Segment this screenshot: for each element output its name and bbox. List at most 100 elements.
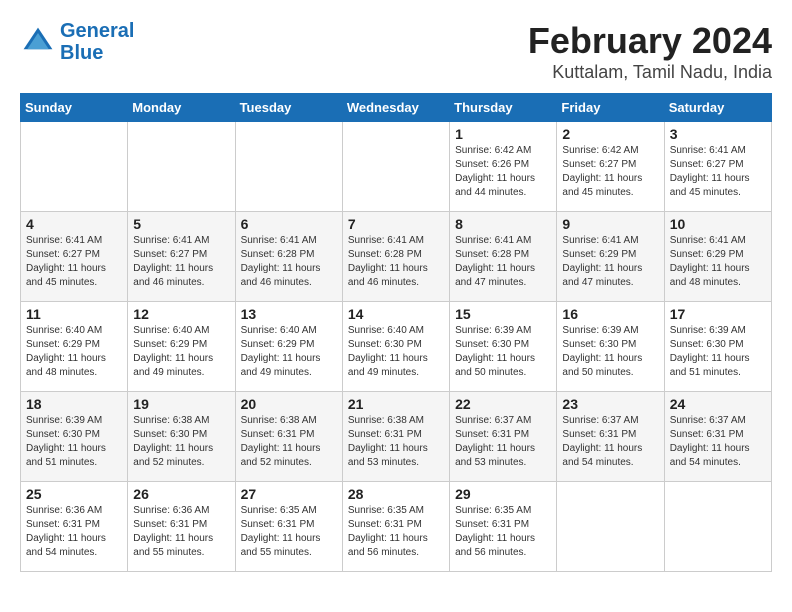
logo-icon: [20, 24, 56, 60]
calendar-cell: 29 Sunrise: 6:35 AM Sunset: 6:31 PM Dayli…: [450, 482, 557, 572]
calendar-cell: 27 Sunrise: 6:35 AM Sunset: 6:31 PM Dayli…: [235, 482, 342, 572]
page-subtitle: Kuttalam, Tamil Nadu, India: [528, 62, 772, 83]
day-info: Sunrise: 6:40 AM Sunset: 6:30 PM Dayligh…: [348, 324, 444, 380]
logo-text: General Blue: [60, 20, 134, 64]
calendar-cell: 21 Sunrise: 6:38 AM Sunset: 6:31 PM Dayli…: [342, 392, 449, 482]
day-info: Sunrise: 6:39 AM Sunset: 6:30 PM Dayligh…: [562, 324, 658, 380]
day-number: 3: [670, 126, 766, 142]
calendar-cell: 11Sunrise: 6:40 AM Sunset: 6:29 PM Dayli…: [21, 302, 128, 392]
calendar-week-row: 18 Sunrise: 6:39 AM Sunset: 6:30 PM Dayli…: [21, 392, 772, 482]
calendar-cell: 5 Sunrise: 6:41 AM Sunset: 6:27 PM Daylig…: [128, 212, 235, 302]
day-number: 18: [26, 396, 122, 412]
title-block: February 2024 Kuttalam, Tamil Nadu, Indi…: [528, 20, 772, 83]
day-info: Sunrise: 6:41 AM Sunset: 6:28 PM Dayligh…: [348, 234, 444, 290]
calendar-cell: 22 Sunrise: 6:37 AM Sunset: 6:31 PM Dayli…: [450, 392, 557, 482]
calendar-cell: [128, 122, 235, 212]
day-info: Sunrise: 6:35 AM Sunset: 6:31 PM Dayligh…: [455, 504, 551, 560]
day-number: 11: [26, 306, 122, 322]
day-info: Sunrise: 6:41 AM Sunset: 6:28 PM Dayligh…: [241, 234, 337, 290]
day-number: 20: [241, 396, 337, 412]
day-info: Sunrise: 6:41 AM Sunset: 6:29 PM Dayligh…: [670, 234, 766, 290]
day-number: 4: [26, 216, 122, 232]
page-header: General Blue February 2024 Kuttalam, Tam…: [20, 20, 772, 83]
day-number: 5: [133, 216, 229, 232]
calendar-table: SundayMondayTuesdayWednesdayThursdayFrid…: [20, 93, 772, 572]
header-day-sunday: Sunday: [21, 94, 128, 122]
day-number: 27: [241, 486, 337, 502]
day-number: 29: [455, 486, 551, 502]
calendar-cell: 4 Sunrise: 6:41 AM Sunset: 6:27 PM Daylig…: [21, 212, 128, 302]
day-info: Sunrise: 6:42 AM Sunset: 6:27 PM Dayligh…: [562, 144, 658, 200]
day-info: Sunrise: 6:41 AM Sunset: 6:28 PM Dayligh…: [455, 234, 551, 290]
day-number: 14: [348, 306, 444, 322]
day-number: 8: [455, 216, 551, 232]
day-number: 10: [670, 216, 766, 232]
calendar-cell: 24 Sunrise: 6:37 AM Sunset: 6:31 PM Dayli…: [664, 392, 771, 482]
day-info: Sunrise: 6:35 AM Sunset: 6:31 PM Dayligh…: [241, 504, 337, 560]
calendar-cell: 15 Sunrise: 6:39 AM Sunset: 6:30 PM Dayli…: [450, 302, 557, 392]
day-info: Sunrise: 6:41 AM Sunset: 6:27 PM Dayligh…: [26, 234, 122, 290]
calendar-cell: 26 Sunrise: 6:36 AM Sunset: 6:31 PM Dayli…: [128, 482, 235, 572]
calendar-cell: 10 Sunrise: 6:41 AM Sunset: 6:29 PM Dayli…: [664, 212, 771, 302]
day-info: Sunrise: 6:38 AM Sunset: 6:30 PM Dayligh…: [133, 414, 229, 470]
calendar-cell: 25Sunrise: 6:36 AM Sunset: 6:31 PM Dayli…: [21, 482, 128, 572]
day-info: Sunrise: 6:39 AM Sunset: 6:30 PM Dayligh…: [455, 324, 551, 380]
header-day-tuesday: Tuesday: [235, 94, 342, 122]
day-number: 22: [455, 396, 551, 412]
header-day-friday: Friday: [557, 94, 664, 122]
day-number: 6: [241, 216, 337, 232]
day-number: 26: [133, 486, 229, 502]
calendar-header-row: SundayMondayTuesdayWednesdayThursdayFrid…: [21, 94, 772, 122]
calendar-cell: 9 Sunrise: 6:41 AM Sunset: 6:29 PM Daylig…: [557, 212, 664, 302]
header-day-monday: Monday: [128, 94, 235, 122]
calendar-cell: 23 Sunrise: 6:37 AM Sunset: 6:31 PM Dayli…: [557, 392, 664, 482]
day-info: Sunrise: 6:36 AM Sunset: 6:31 PM Dayligh…: [26, 504, 122, 560]
day-info: Sunrise: 6:37 AM Sunset: 6:31 PM Dayligh…: [455, 414, 551, 470]
calendar-cell: 6 Sunrise: 6:41 AM Sunset: 6:28 PM Daylig…: [235, 212, 342, 302]
header-day-saturday: Saturday: [664, 94, 771, 122]
day-number: 17: [670, 306, 766, 322]
day-info: Sunrise: 6:37 AM Sunset: 6:31 PM Dayligh…: [670, 414, 766, 470]
calendar-cell: 8 Sunrise: 6:41 AM Sunset: 6:28 PM Daylig…: [450, 212, 557, 302]
day-info: Sunrise: 6:36 AM Sunset: 6:31 PM Dayligh…: [133, 504, 229, 560]
calendar-cell: [21, 122, 128, 212]
day-info: Sunrise: 6:41 AM Sunset: 6:29 PM Dayligh…: [562, 234, 658, 290]
day-info: Sunrise: 6:37 AM Sunset: 6:31 PM Dayligh…: [562, 414, 658, 470]
calendar-week-row: 11 Sunrise: 6:40 AM Sunset: 6:29 PM Dayli…: [21, 302, 772, 392]
day-number: 23: [562, 396, 658, 412]
day-info: Sunrise: 6:38 AM Sunset: 6:31 PM Dayligh…: [241, 414, 337, 470]
day-number: 12: [133, 306, 229, 322]
day-number: 21: [348, 396, 444, 412]
day-number: 7: [348, 216, 444, 232]
calendar-cell: 28 Sunrise: 6:35 AM Sunset: 6:31 PM Dayli…: [342, 482, 449, 572]
day-number: 2: [562, 126, 658, 142]
calendar-cell: [664, 482, 771, 572]
calendar-cell: 19 Sunrise: 6:38 AM Sunset: 6:30 PM Dayli…: [128, 392, 235, 482]
day-number: 28: [348, 486, 444, 502]
header-day-thursday: Thursday: [450, 94, 557, 122]
day-number: 15: [455, 306, 551, 322]
day-info: Sunrise: 6:42 AM Sunset: 6:26 PM Dayligh…: [455, 144, 551, 200]
calendar-cell: [557, 482, 664, 572]
day-info: Sunrise: 6:41 AM Sunset: 6:27 PM Dayligh…: [133, 234, 229, 290]
day-info: Sunrise: 6:40 AM Sunset: 6:29 PM Dayligh…: [241, 324, 337, 380]
day-info: Sunrise: 6:39 AM Sunset: 6:30 PM Dayligh…: [26, 414, 122, 470]
logo: General Blue: [20, 20, 134, 64]
day-info: Sunrise: 6:35 AM Sunset: 6:31 PM Dayligh…: [348, 504, 444, 560]
day-number: 19: [133, 396, 229, 412]
day-info: Sunrise: 6:38 AM Sunset: 6:31 PM Dayligh…: [348, 414, 444, 470]
day-info: Sunrise: 6:40 AM Sunset: 6:29 PM Dayligh…: [133, 324, 229, 380]
calendar-cell: 14 Sunrise: 6:40 AM Sunset: 6:30 PM Dayli…: [342, 302, 449, 392]
calendar-cell: 16 Sunrise: 6:39 AM Sunset: 6:30 PM Dayli…: [557, 302, 664, 392]
calendar-week-row: 4 Sunrise: 6:41 AM Sunset: 6:27 PM Daylig…: [21, 212, 772, 302]
day-number: 9: [562, 216, 658, 232]
calendar-cell: 7 Sunrise: 6:41 AM Sunset: 6:28 PM Daylig…: [342, 212, 449, 302]
calendar-cell: 20 Sunrise: 6:38 AM Sunset: 6:31 PM Dayli…: [235, 392, 342, 482]
calendar-cell: 2 Sunrise: 6:42 AM Sunset: 6:27 PM Daylig…: [557, 122, 664, 212]
day-number: 24: [670, 396, 766, 412]
day-number: 16: [562, 306, 658, 322]
calendar-cell: 12 Sunrise: 6:40 AM Sunset: 6:29 PM Dayli…: [128, 302, 235, 392]
day-info: Sunrise: 6:39 AM Sunset: 6:30 PM Dayligh…: [670, 324, 766, 380]
calendar-week-row: 1Sunrise: 6:42 AM Sunset: 6:26 PM Daylig…: [21, 122, 772, 212]
calendar-cell: 17 Sunrise: 6:39 AM Sunset: 6:30 PM Dayli…: [664, 302, 771, 392]
